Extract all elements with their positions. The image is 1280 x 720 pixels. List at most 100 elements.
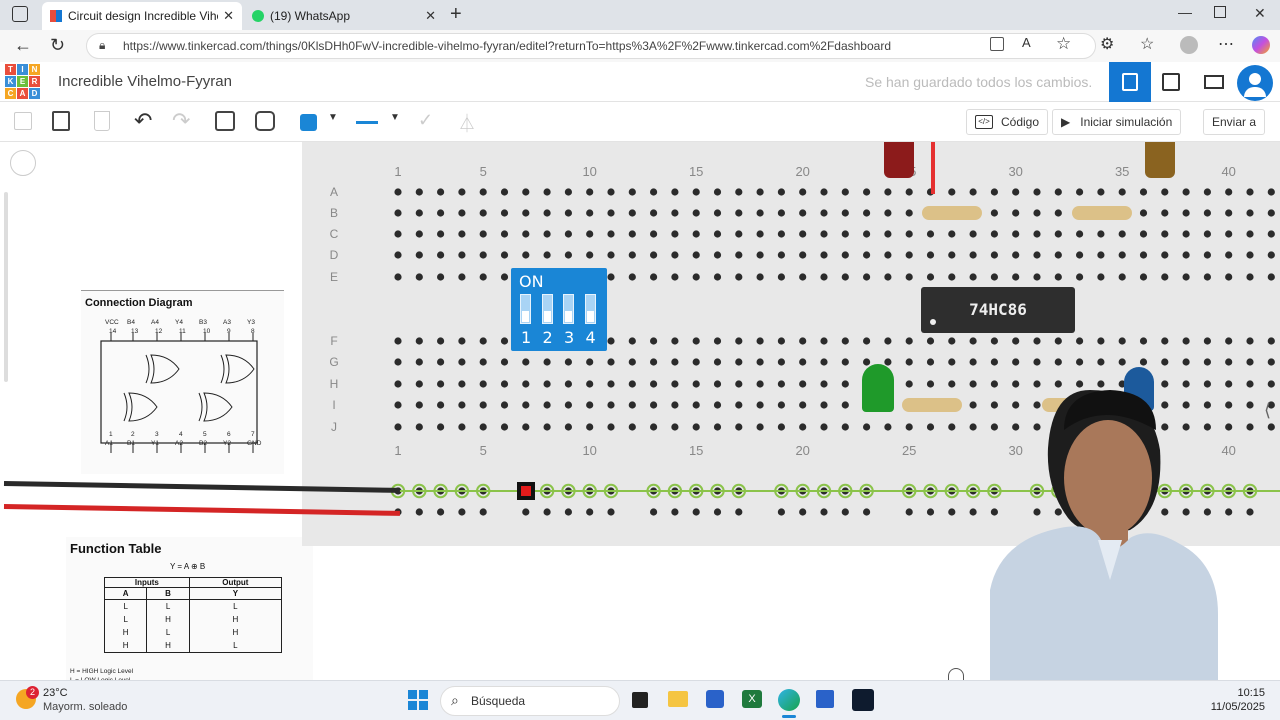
design-title[interactable]: Incredible Vihelmo-Fyyran — [58, 73, 232, 90]
url-field[interactable]: 🔒︎ https://www.tinkercad.com/things/0Kls… — [86, 33, 1096, 59]
chevron-down-icon[interactable]: ▼ — [328, 112, 338, 123]
reload-icon[interactable]: ↻ — [50, 35, 65, 56]
back-icon[interactable]: ← — [14, 35, 32, 56]
resistor[interactable] — [1072, 206, 1132, 220]
column-number: 35 — [1115, 164, 1129, 179]
green-led[interactable] — [862, 364, 894, 412]
close-tab-icon[interactable]: ✕ — [425, 8, 436, 24]
read-aloud-icon[interactable]: A — [1022, 35, 1031, 50]
notes-visibility-icon[interactable] — [255, 111, 275, 131]
start-simulation-button[interactable]: ▶ Iniciar simulación — [1052, 109, 1182, 135]
extensions-icon[interactable]: ⚙ — [1100, 34, 1114, 54]
chevron-down-icon[interactable]: ▼ — [390, 112, 400, 123]
favorites-icon[interactable]: ☆ — [1140, 34, 1154, 54]
tab-whatsapp[interactable]: (19) WhatsApp ✕ — [244, 2, 444, 30]
minimize-icon[interactable]: — — [1178, 4, 1192, 20]
notes-icon[interactable] — [215, 111, 235, 131]
store-icon[interactable] — [706, 690, 724, 708]
pin-name: A2 — [175, 440, 183, 447]
connection-diagram-image[interactable]: Connection Diagram VCC 14 B4 13 A4 12 Y4 11 B3 10… — [81, 290, 284, 474]
dip-toggle[interactable] — [520, 294, 531, 324]
column-number: 10 — [582, 443, 596, 458]
teams-icon[interactable] — [816, 690, 834, 708]
table-cell: L — [103, 613, 148, 626]
resistor[interactable] — [902, 398, 962, 412]
selected-hole[interactable] — [517, 482, 535, 500]
send-to-button[interactable]: Enviar a — [1203, 109, 1266, 135]
copy-icon[interactable] — [14, 112, 32, 130]
table-cell: H — [188, 613, 283, 626]
clock-date[interactable]: 11/05/2025 — [1195, 701, 1265, 713]
new-tab-icon[interactable]: + — [450, 3, 462, 26]
dip-switch[interactable]: ON 1234 — [511, 268, 607, 351]
table-cell: L — [146, 599, 190, 613]
component-list-icon[interactable] — [1204, 75, 1224, 89]
wire-type-button[interactable] — [356, 121, 378, 124]
file-explorer-icon[interactable] — [668, 691, 688, 707]
color-picker-button[interactable] — [300, 114, 317, 131]
edge-icon[interactable] — [778, 689, 800, 711]
maximize-icon[interactable] — [1214, 6, 1226, 18]
column-number: 15 — [689, 164, 703, 179]
expand-panel-icon[interactable]: ⟨ — [1264, 400, 1271, 421]
more-icon[interactable]: ⋯ — [1218, 34, 1234, 54]
delete-icon[interactable] — [94, 111, 110, 131]
user-avatar[interactable] — [1237, 65, 1273, 101]
copilot-icon[interactable] — [1252, 36, 1270, 54]
tinkercad-logo[interactable]: T I N K E R C A D — [5, 64, 41, 100]
function-table-image[interactable]: Function Table Y = A ⊕ B Inputs Output A… — [66, 537, 313, 697]
workplane-left: Connection Diagram VCC 14 B4 13 A4 12 Y4 11 B3 10… — [0, 142, 313, 697]
dip-toggle[interactable] — [541, 294, 553, 324]
column-number: 1 — [394, 443, 401, 458]
weather-temp[interactable]: 23°C — [43, 687, 68, 699]
table-cell: H — [146, 613, 190, 626]
red-led[interactable] — [884, 142, 914, 178]
resistor[interactable] — [922, 206, 982, 220]
close-tab-icon[interactable]: ✕ — [223, 8, 234, 24]
help-icon[interactable] — [948, 668, 964, 680]
clock-time[interactable]: 10:15 — [1205, 687, 1265, 699]
taskbar-search[interactable]: ⌕ Búsqueda — [440, 686, 620, 716]
tab-tinkercad[interactable]: Circuit design Incredible Vihelmo ✕ — [42, 2, 242, 30]
close-window-icon[interactable]: ✕ — [1254, 5, 1266, 22]
terminal-icon[interactable] — [852, 689, 874, 711]
windows-start-icon[interactable] — [408, 690, 428, 710]
rotate-icon[interactable]: ✓ — [418, 110, 433, 131]
code-button[interactable]: </> Código — [966, 109, 1049, 135]
tab-actions-icon[interactable] — [12, 6, 28, 22]
search-icon: ⌕ — [451, 692, 459, 708]
save-status: Se han guardado todos los cambios. — [865, 74, 1093, 90]
schematic-view-icon[interactable] — [1162, 73, 1180, 91]
pin-name: A3 — [223, 319, 231, 326]
search-placeholder: Búsqueda — [471, 694, 526, 708]
app-available-icon[interactable] — [990, 37, 1004, 51]
table-cell: H — [103, 626, 148, 639]
excel-icon[interactable]: X — [742, 690, 762, 708]
circuit-view-button[interactable] — [1109, 62, 1151, 102]
weather-desc[interactable]: Mayorm. soleado — [43, 701, 127, 713]
dip-toggle[interactable] — [563, 294, 574, 324]
send-label: Enviar a — [1212, 115, 1257, 129]
zoom-fit-icon[interactable] — [10, 150, 36, 176]
pin-name: Y3 — [247, 319, 255, 326]
pin-name: B4 — [127, 319, 135, 326]
pin-name: B3 — [199, 319, 207, 326]
pin-number: 7 — [251, 431, 255, 438]
top-pin-labels: VCC 14 B4 13 A4 12 Y4 11 B3 10 A3 9 Y3 8 — [99, 319, 279, 339]
table-cell: H — [103, 639, 148, 653]
favorite-star-icon[interactable]: ☆ — [1056, 34, 1071, 54]
redo-icon[interactable]: ↷ — [172, 108, 190, 134]
profile-icon[interactable] — [1180, 36, 1198, 54]
dip-toggle[interactable] — [584, 294, 596, 324]
mirror-icon[interactable]: ⏃ — [458, 110, 476, 136]
red-wire[interactable] — [931, 142, 935, 194]
column-number: 40 — [1221, 164, 1235, 179]
ic-74hc86[interactable]: 74HC86 — [921, 287, 1075, 333]
task-view-icon[interactable] — [632, 692, 648, 708]
column-number: 5 — [480, 443, 487, 458]
paste-icon[interactable] — [52, 111, 70, 131]
yellow-led[interactable] — [1145, 142, 1175, 178]
left-scrollbar[interactable] — [4, 192, 8, 382]
function-table-title: Function Table — [70, 541, 162, 556]
undo-icon[interactable]: ↶ — [134, 108, 152, 134]
